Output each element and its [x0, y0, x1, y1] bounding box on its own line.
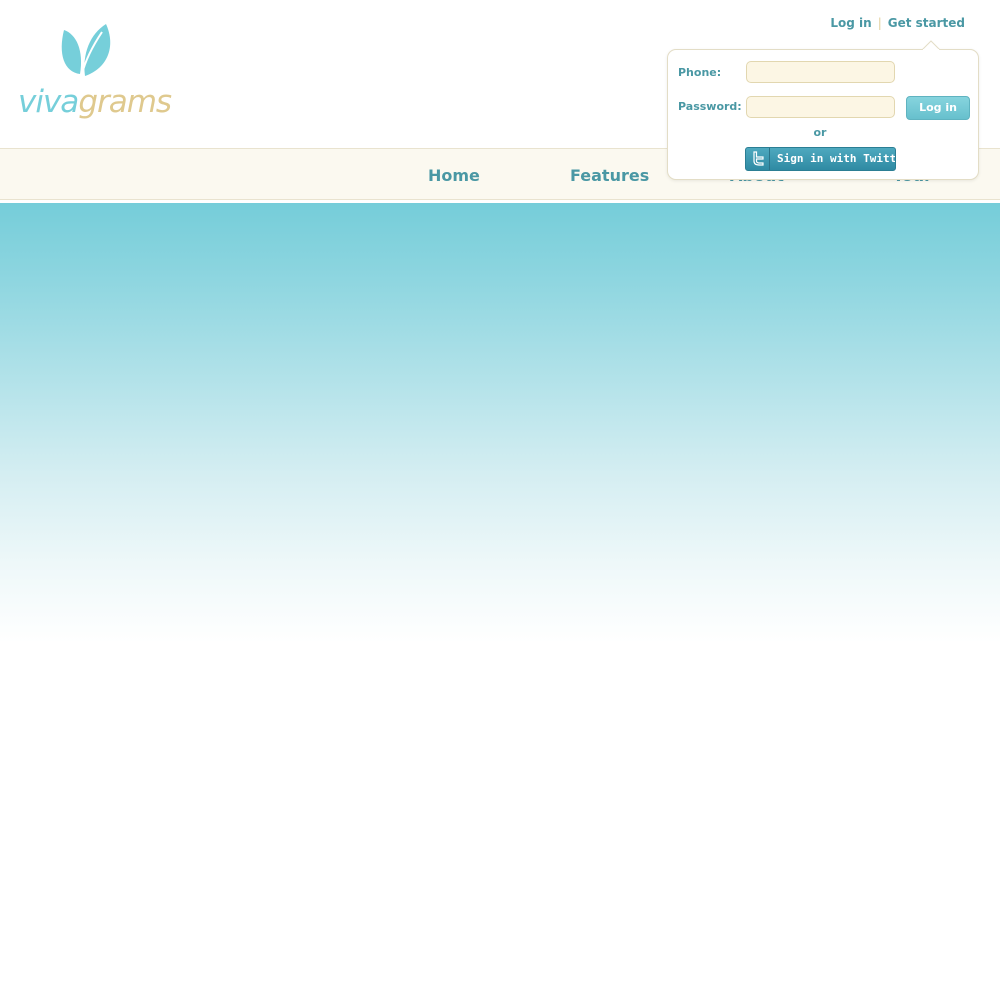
- logo-text-grams: grams: [78, 84, 172, 120]
- popup-pointer: [922, 40, 940, 50]
- login-link[interactable]: Log in: [830, 16, 871, 30]
- link-separator: |: [877, 16, 882, 30]
- phone-label: Phone:: [678, 66, 722, 79]
- twitter-button-label: Sign in with Twitter: [777, 152, 896, 165]
- twitter-signin-button[interactable]: Sign in with Twitter: [745, 147, 896, 171]
- phone-input[interactable]: [746, 61, 895, 83]
- logo-text-viva: viva: [18, 84, 79, 120]
- twitter-icon-container: [746, 148, 770, 170]
- top-links: Log in | Get started: [830, 16, 965, 30]
- get-started-link[interactable]: Get started: [888, 16, 965, 30]
- login-popup: Phone: Password: Log in or Sign in with …: [667, 40, 979, 180]
- logo[interactable]: vivagrams: [18, 24, 172, 124]
- twitter-bird-icon: [753, 151, 764, 166]
- nav-item-home[interactable]: Home: [428, 166, 480, 185]
- login-button[interactable]: Log in: [906, 96, 970, 120]
- nav-item-features[interactable]: Features: [570, 166, 649, 185]
- password-input[interactable]: [746, 96, 895, 118]
- page: vivagrams Log in | Get started Home Featur…: [0, 0, 1000, 1000]
- hero-banner: [0, 203, 1000, 643]
- password-label: Password:: [678, 100, 742, 113]
- or-divider-text: or: [813, 126, 827, 139]
- logo-wordmark: vivagrams: [18, 82, 172, 122]
- leaf-v-icon: [61, 24, 111, 76]
